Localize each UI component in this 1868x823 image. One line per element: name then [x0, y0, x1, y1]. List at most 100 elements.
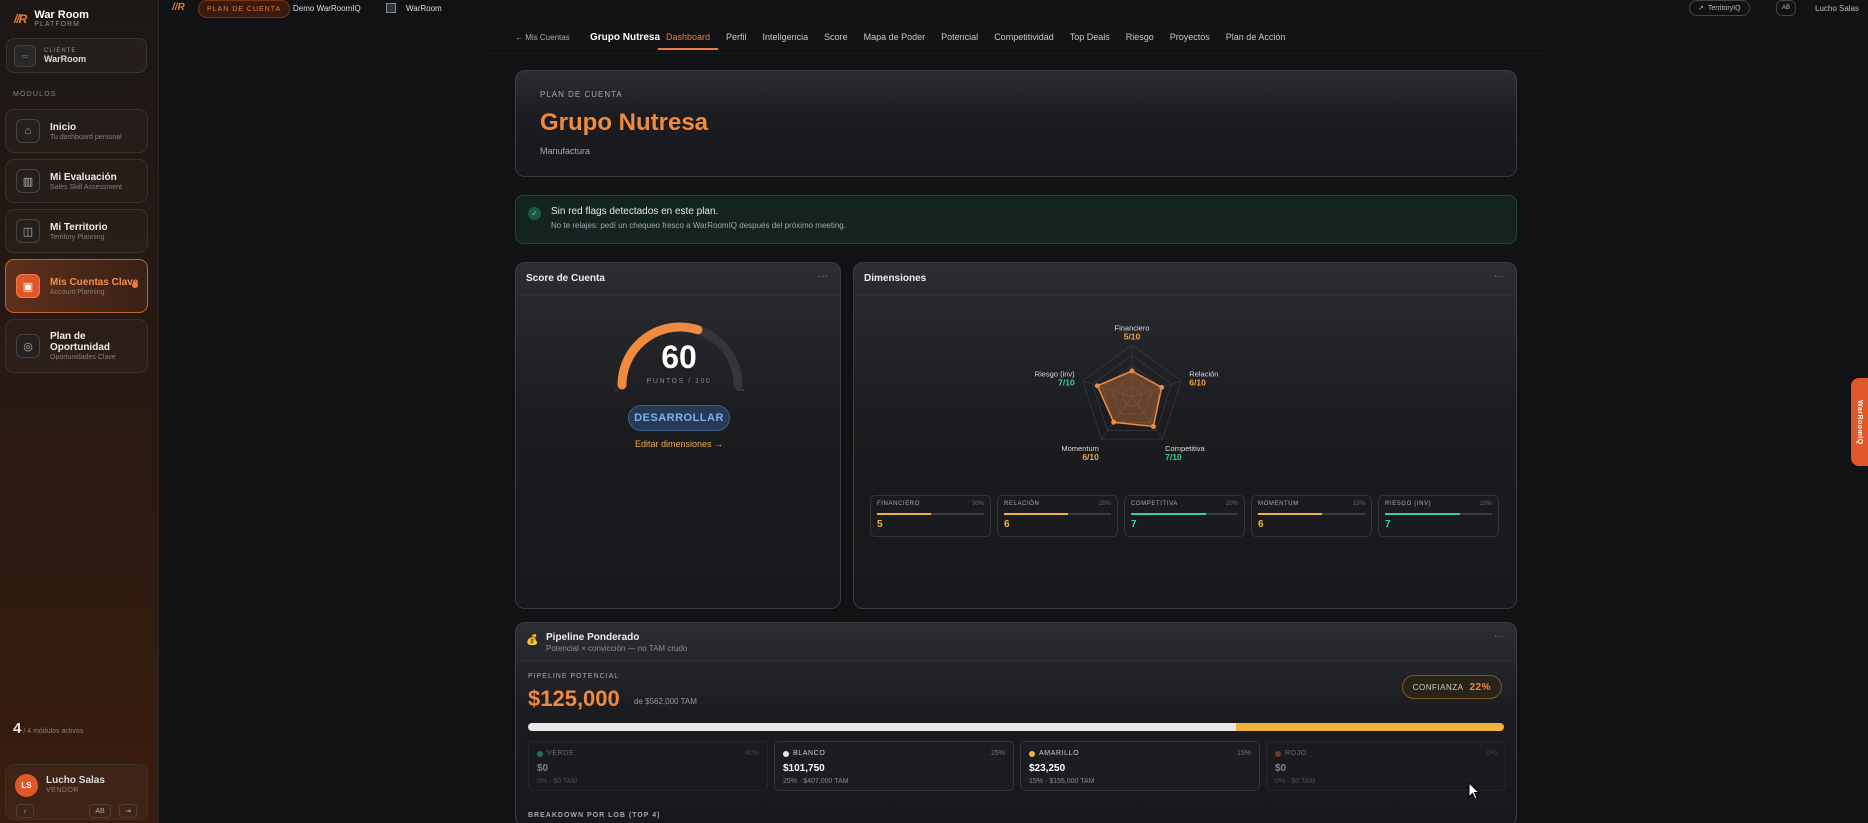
tab-top-deals[interactable]: Top Deals: [1062, 24, 1118, 50]
desarrollar-button[interactable]: DESARROLLAR: [628, 405, 730, 431]
demo-workspace[interactable]: Demo WarRoomIQ: [293, 4, 361, 13]
radar-axis-score: 7/10: [1165, 452, 1182, 462]
client-logo-icon: ▭: [14, 44, 36, 67]
nav-title: Inicio: [50, 121, 77, 133]
pipeline-tam: de $562,000 TAM: [634, 697, 697, 706]
hero-title: Grupo Nutresa: [540, 109, 709, 136]
warroomiq-side-tab[interactable]: WarRoomIQ: [1851, 378, 1868, 466]
active-indicator: [132, 282, 138, 288]
user-role: VENDOR: [46, 787, 79, 794]
nav-subtitle: Oportunidades Clave: [50, 354, 116, 361]
score-card: Score de Cuenta ··· 0 100 60 PUNTOS / 10…: [515, 262, 841, 609]
dimension-box: COMPETITIVA 20% 7: [1124, 495, 1245, 537]
dimension-value: 5: [877, 519, 883, 530]
nav-title: Mi Territorio: [50, 221, 108, 233]
tab-perfil[interactable]: Perfil: [718, 24, 755, 50]
dimension-box: MOMENTUM 15% 6: [1251, 495, 1372, 537]
radar-axis-score: 6/10: [1189, 377, 1206, 387]
logout-icon[interactable]: ⇥: [119, 804, 137, 818]
tab-riesgo[interactable]: Riesgo: [1118, 24, 1162, 50]
dimension-weight: 30%: [971, 501, 984, 507]
briefcase-icon: ▣: [16, 274, 40, 298]
segment-value: $23,250: [1029, 763, 1066, 774]
logo-icon: //R: [14, 12, 27, 26]
sidebar-item-cuentas-clave[interactable]: ▣ Mis Cuentas Clave Account Planning: [5, 259, 148, 313]
more-icon[interactable]: ···: [1494, 631, 1504, 642]
brand-subtitle: PLATFORM: [34, 21, 80, 28]
dimension-bar-fill: [1131, 513, 1206, 515]
pipeline-segments: VERDE 40% $0 0% · $0 TAM BLANCO 25% $101,750 25…: [528, 741, 1506, 791]
bell-icon[interactable]: ♪: [16, 804, 34, 818]
nav-title: Mi Evaluación: [50, 171, 117, 183]
dimension-value: 7: [1385, 519, 1391, 530]
segment-name: BLANCO: [793, 750, 826, 757]
segment-value: $0: [537, 763, 549, 774]
segment-name: AMARILLO: [1039, 750, 1080, 757]
radar-axis-score: 5/10: [1124, 331, 1141, 341]
territoryiq-button[interactable]: ↗ TerritoryIQ: [1689, 0, 1750, 16]
tab-proyectos[interactable]: Proyectos: [1162, 24, 1218, 50]
gauge-max-label: 100: [736, 389, 745, 391]
tab-dashboard[interactable]: Dashboard: [658, 24, 719, 50]
tab-competitividad[interactable]: Competitividad: [986, 24, 1062, 50]
back-link[interactable]: ← Mis Cuentas: [515, 33, 570, 42]
module-nav: ⌂ Inicio Tu dashboard personal ▥ Mi Evalu…: [5, 109, 148, 379]
dimension-weight: 15%: [1352, 501, 1365, 507]
radar-axis-score: 7/10: [1058, 377, 1075, 387]
dimension-value: 6: [1258, 519, 1264, 530]
tab-potencial[interactable]: Potencial: [933, 24, 986, 50]
sidebar-item-territorio[interactable]: ◫ Mi Territorio Territory Planning: [5, 209, 148, 253]
score-unit: PUNTOS / 100: [646, 378, 712, 385]
dimension-bar: [1131, 513, 1238, 515]
topbar-user[interactable]: Lucho Salas: [1815, 4, 1859, 13]
notice-title: Sin red flags detectados en este plan.: [551, 206, 719, 217]
sidebar-item-inicio[interactable]: ⌂ Inicio Tu dashboard personal: [5, 109, 148, 153]
tab-score[interactable]: Score: [816, 24, 856, 50]
gauge-min-label: 0: [615, 389, 618, 391]
account-subnav: ← Mis Cuentas Grupo Nutresa Dashboard Pe…: [490, 24, 1542, 54]
topbar: //R PLAN DE CUENTA Demo WarRoomIQ WarRoo…: [160, 0, 1868, 18]
radar-point: [1094, 383, 1100, 389]
dimension-bar: [877, 513, 984, 515]
confidence-label: CONFIANZA: [1412, 682, 1464, 692]
tab-plan-de-accion[interactable]: Plan de Acción: [1218, 24, 1294, 50]
workspace-name[interactable]: WarRoom: [406, 4, 442, 13]
radar-point: [1150, 423, 1156, 429]
user-name: Lucho Salas: [46, 775, 105, 786]
client-selector[interactable]: ▭ CLIENTE WarRoom: [6, 38, 147, 73]
dimension-bar: [1258, 513, 1365, 515]
pipeline-subtitle: Potencial × convicción — no TAM crudo: [546, 644, 688, 653]
user-card[interactable]: LS Lucho Salas VENDOR ♪ AB ⇥: [5, 764, 148, 820]
ab-button[interactable]: AB: [1776, 0, 1796, 16]
ab-toggle-button[interactable]: AB: [89, 804, 111, 818]
hero-kicker: PLAN DE CUENTA: [540, 90, 623, 99]
sidebar-item-evaluacion[interactable]: ▥ Mi Evaluación Sales Skill Assessment: [5, 159, 148, 203]
moneybag-icon: 💰: [526, 635, 539, 646]
avatar: LS: [15, 774, 38, 797]
pipeline-segment-card: AMARILLO 15% $23,250 15% · $155,000 TAM: [1020, 741, 1260, 791]
sidebar-item-oportunidad[interactable]: ◎ Plan de Oportunidad Oportunidades Clave: [5, 319, 148, 373]
industry-label: Manufactura: [540, 146, 591, 156]
dimension-boxes: FINANCIERO 30% 5 RELACIÓN 25% 6 COMPETITIVA 20%…: [870, 495, 1499, 537]
segment-detail: 25% · $407,000 TAM: [783, 778, 849, 785]
dimension-bar-fill: [877, 513, 931, 515]
divider: [516, 660, 1516, 661]
client-name: WarRoom: [44, 53, 87, 64]
edit-dimensions-link[interactable]: Editar dimensiones →: [516, 439, 842, 449]
segment-name: VERDE: [547, 750, 575, 757]
active-count-number: 4: [13, 720, 22, 737]
dimension-value: 6: [1004, 519, 1010, 530]
segment-dot-icon: [1275, 751, 1281, 757]
more-icon[interactable]: ···: [818, 271, 828, 282]
dimension-bar: [1004, 513, 1111, 515]
lob-breakdown-title: BREAKDOWN POR LOB (TOP 4): [528, 812, 661, 819]
nav-subtitle: Tu dashboard personal: [50, 133, 122, 141]
tab-inteligencia[interactable]: Inteligencia: [755, 24, 817, 50]
tab-mapa-de-poder[interactable]: Mapa de Poder: [856, 24, 934, 50]
red-flags-notice: ✓ Sin red flags detectados en este plan.…: [515, 195, 1517, 244]
chart-icon: ▥: [16, 169, 40, 193]
brand[interactable]: //R War Room PLATFORM: [14, 10, 89, 29]
pipeline-segment-card: VERDE 40% $0 0% · $0 TAM: [528, 741, 768, 791]
map-icon: ◫: [16, 219, 40, 243]
nav-title: Mis Cuentas Clave: [50, 276, 139, 288]
